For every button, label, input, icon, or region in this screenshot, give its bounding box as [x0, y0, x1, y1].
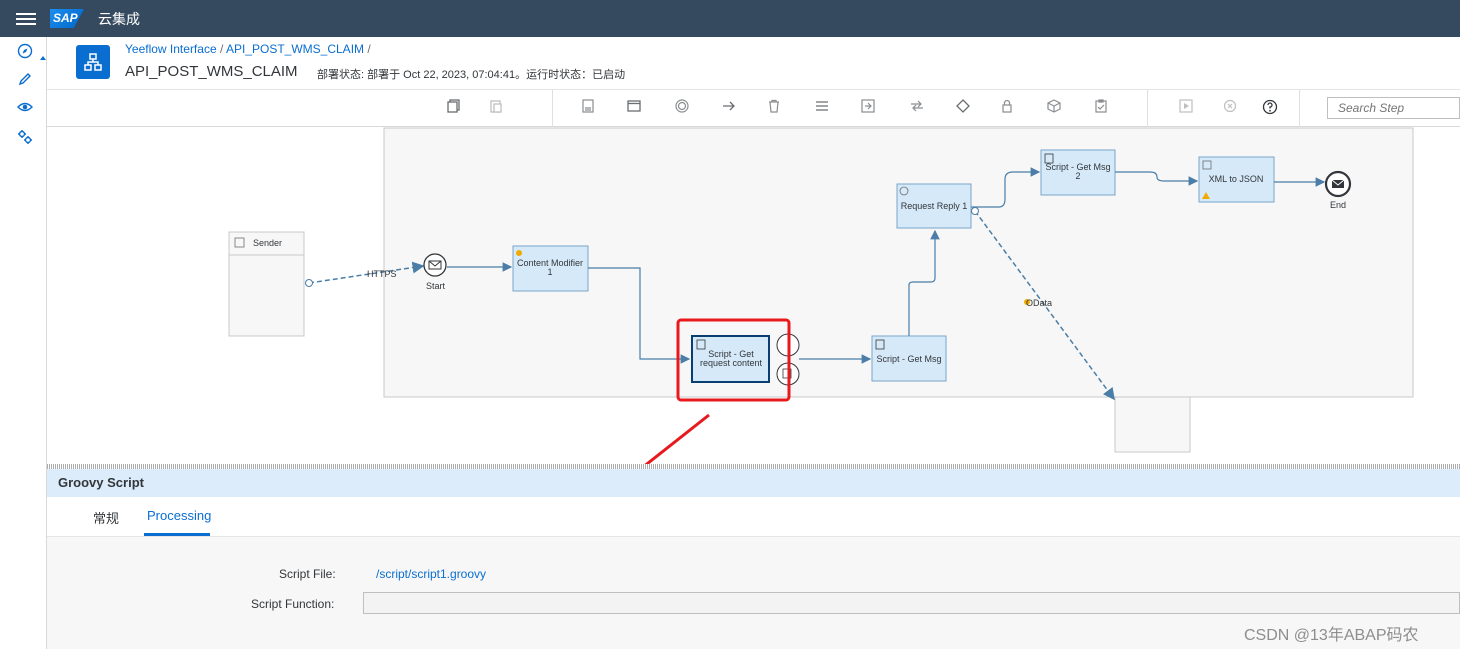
- paste-icon[interactable]: [487, 99, 505, 117]
- message-mapping-icon[interactable]: [908, 99, 926, 117]
- participants-icon[interactable]: [579, 99, 597, 117]
- content-modifier-label-2: 1: [547, 267, 552, 277]
- sap-logo[interactable]: SAP: [50, 9, 84, 28]
- receiver-pool[interactable]: [1114, 396, 1191, 453]
- script-get-msg-2-label-2: 2: [1075, 171, 1080, 181]
- property-tabs: 常规 Processing: [47, 497, 1460, 537]
- tab-processing[interactable]: Processing: [147, 508, 211, 523]
- settings-icon[interactable]: [17, 129, 33, 145]
- clear-simulation-icon[interactable]: [1221, 99, 1239, 117]
- https-label: HTTPS: [367, 269, 397, 279]
- content-modifier-step[interactable]: Content Modifier 1: [512, 245, 589, 292]
- router-icon[interactable]: [954, 99, 972, 117]
- script-get-msg-label: Script - Get Msg: [876, 354, 941, 364]
- request-reply-label: Request Reply 1: [901, 201, 968, 211]
- odata-label: OData: [1026, 298, 1052, 308]
- page-title: API_POST_WMS_CLAIM: [125, 63, 298, 80]
- watermark: CSDN @13年ABAP码农: [1244, 627, 1419, 644]
- security-icon[interactable]: [998, 99, 1016, 117]
- validate-icon[interactable]: [1092, 99, 1110, 117]
- active-tab-indicator: [144, 533, 210, 536]
- script-file-link[interactable]: /script/script1.groovy: [376, 567, 486, 581]
- discover-icon[interactable]: [17, 43, 33, 59]
- script-function-input[interactable]: [363, 592, 1460, 614]
- script-get-msg-step[interactable]: Script - Get Msg: [871, 335, 947, 382]
- script-get-request-content-step[interactable]: Script - Get request content: [691, 335, 770, 383]
- breadcrumb-link-flow[interactable]: API_POST_WMS_CLAIM: [226, 42, 364, 56]
- breadcrumb-separator: /: [367, 42, 371, 56]
- shell-bar: SAP 云集成: [0, 0, 1460, 37]
- active-indicator: [40, 56, 46, 60]
- simulate-icon[interactable]: [1177, 99, 1195, 117]
- xml-to-json-label: XML to JSON: [1209, 174, 1264, 184]
- script-function-label: Script Function:: [251, 597, 335, 611]
- deploy-status: 部署状态: 部署于 Oct 22, 2023, 07:04:41。运行时状态：已…: [317, 69, 626, 81]
- process-icon[interactable]: [625, 99, 643, 117]
- panel-title: Groovy Script: [47, 469, 1460, 497]
- integration-flow-diagram: Sender HTTPS Start Content Modifier 1 Sc…: [228, 127, 1414, 464]
- sender-participant[interactable]: Sender: [228, 231, 305, 337]
- connection-anchor: [971, 207, 979, 215]
- help-icon[interactable]: [1261, 99, 1279, 117]
- design-icon[interactable]: [17, 71, 33, 87]
- script-file-label: Script File:: [279, 567, 336, 581]
- script-request-label-2: request content: [700, 358, 763, 368]
- object-header: Yeeflow Interface / API_POST_WMS_CLAIM /…: [47, 37, 1460, 89]
- connection-anchor: [305, 279, 313, 287]
- start-event[interactable]: Start: [423, 253, 447, 291]
- lines-icon[interactable]: [813, 99, 831, 117]
- end-label: End: [1330, 200, 1346, 210]
- breadcrumb: Yeeflow Interface / API_POST_WMS_CLAIM /: [125, 42, 371, 56]
- events-icon[interactable]: [673, 99, 691, 117]
- integration-flow-icon: [76, 45, 110, 79]
- toolbar-divider: [1299, 90, 1300, 127]
- editor-toolbar: [47, 89, 1460, 127]
- connector-arrow-icon[interactable]: [720, 99, 738, 117]
- breadcrumb-separator: /: [219, 42, 224, 56]
- toolbar-divider: [552, 90, 553, 127]
- search-step-input[interactable]: [1327, 97, 1460, 119]
- shell-title: 云集成: [98, 10, 140, 27]
- sender-label: Sender: [253, 238, 282, 248]
- request-reply-step[interactable]: Request Reply 1: [896, 183, 972, 229]
- script-get-msg-2-step[interactable]: Script - Get Msg 2: [1040, 149, 1116, 196]
- annotation-arrow: [644, 413, 710, 464]
- start-label: Start: [426, 281, 446, 291]
- persistence-icon[interactable]: [1045, 99, 1063, 117]
- left-navigation: [0, 37, 47, 649]
- monitor-icon[interactable]: [17, 99, 33, 115]
- menu-icon[interactable]: [16, 10, 36, 28]
- copy-icon[interactable]: [445, 99, 463, 117]
- breadcrumb-link-yeeflow[interactable]: Yeeflow Interface: [125, 42, 217, 56]
- toolbar-divider: [1147, 90, 1148, 127]
- delete-icon[interactable]: [765, 99, 783, 117]
- process-canvas[interactable]: Sender HTTPS Start Content Modifier 1 Sc…: [47, 127, 1460, 464]
- call-icon[interactable]: [859, 99, 877, 117]
- xml-to-json-step[interactable]: XML to JSON: [1198, 156, 1275, 203]
- tab-general[interactable]: 常规: [93, 508, 119, 527]
